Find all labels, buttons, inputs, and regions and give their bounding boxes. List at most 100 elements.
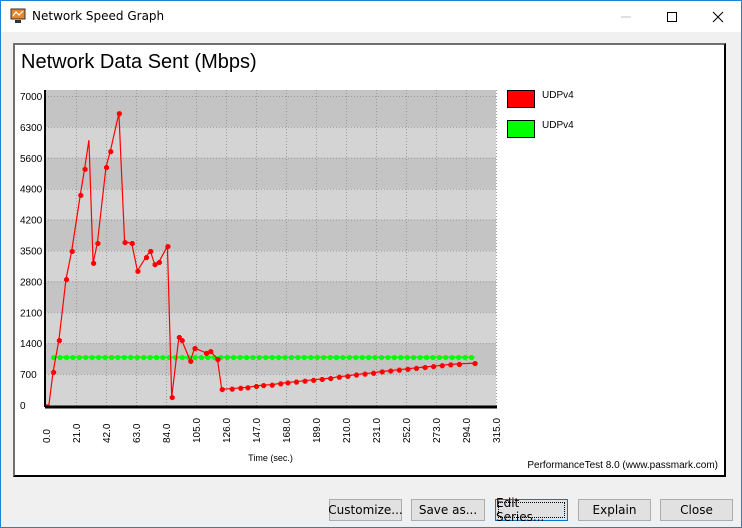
data-point-red [380,369,384,375]
data-point-green [283,355,287,361]
data-point-green [437,355,441,361]
y-tick-label: 1400 [20,339,43,350]
customize-button[interactable]: Customize... [328,499,403,521]
y-tick-label: 700 [20,370,37,381]
data-point-green [322,355,326,361]
maximize-button[interactable] [649,1,695,32]
line-chart: 0 700 1400 2100 2800 3500 4200 4900 5600 6300 7000… [20,90,503,463]
data-point-green [463,355,467,361]
x-tick-label: 189.0 [312,418,323,443]
data-point-red [473,361,477,367]
data-point-red [52,369,56,375]
minimize-button[interactable] [603,1,649,32]
data-point-red [262,383,266,389]
save-as-button[interactable]: Save as... [411,499,485,521]
data-point-green [360,355,364,361]
data-point-red [279,381,283,387]
y-tick-label: 5600 [20,154,43,165]
data-point-green [161,355,165,361]
close-window-button[interactable] [695,1,741,32]
legend-label: UDPv4 [542,90,574,101]
data-point-green [328,355,332,361]
y-tick-label: 7000 [20,92,43,103]
data-point-red [457,361,461,367]
data-point-green [302,355,306,361]
data-point-red [79,192,83,198]
data-point-green [296,355,300,361]
x-tick-label: 105.0 [192,418,203,443]
data-point-red [389,368,393,374]
data-point-red [239,385,243,391]
data-point-red [166,244,170,250]
data-point-green [386,355,390,361]
y-tick-label: 6300 [20,123,43,134]
x-tick-label: 168.0 [282,418,293,443]
data-point-red [92,260,96,266]
minimize-icon [621,16,631,17]
data-point-green [444,355,448,361]
data-point-green [373,355,377,361]
data-point-green [238,355,242,361]
legend-swatch-red [507,90,535,108]
data-point-red [70,248,74,254]
data-point-red [96,240,100,246]
data-point-green [380,355,383,361]
data-point-red [149,248,153,254]
data-point-green [257,355,261,361]
data-point-red [123,240,127,246]
data-point-green [116,355,120,361]
edit-series-button[interactable]: Edit Series... [495,496,568,524]
data-point-green [418,355,422,361]
data-point-green [148,355,152,361]
plot-band [45,96,496,127]
data-point-green [457,355,461,361]
data-point-green [232,355,236,361]
x-axis-label: Time (sec.) [248,453,293,463]
data-point-red [157,259,161,265]
data-point-green [425,355,428,361]
data-point-red [130,240,134,246]
data-point-red [109,149,113,155]
data-point-green [90,355,94,361]
data-point-red [117,111,121,117]
data-point-green [470,355,473,361]
x-tick-label: 315.0 [492,418,503,443]
data-point-green [405,355,409,361]
data-point-green [103,355,107,361]
data-point-red [423,365,427,371]
data-point-red [270,382,274,388]
data-point-red [105,165,108,171]
data-point-red [205,350,208,356]
title-bar: Network Speed Graph [1,1,741,32]
data-point-red [57,338,61,344]
data-point-green [84,355,88,361]
data-point-green [135,355,139,361]
data-point-red [406,366,410,372]
data-point-red [255,384,258,390]
x-tick-label: 21.0 [72,423,83,443]
y-tick-label: 4900 [20,185,43,196]
data-point-green [245,355,248,361]
data-point-red [83,166,87,172]
x-tick-label: 126.0 [222,418,233,443]
data-point-green [180,355,184,361]
explain-button[interactable]: Explain [578,499,651,521]
legend-label: UDPv4 [542,120,574,131]
close-icon [712,11,724,22]
plot-band [45,219,496,251]
data-point-red [372,370,376,376]
x-tick-label: 294.0 [462,418,473,443]
data-point-red [312,377,316,383]
data-point-green [65,355,68,361]
data-point-green [97,355,101,361]
plot-band [45,281,496,313]
close-button[interactable]: Close [660,499,733,521]
y-tick-label: 0 [20,401,26,412]
data-point-green [392,355,396,361]
data-point-green [193,355,197,361]
chart-panel: Network Data Sent (Mbps) 0 700 1400 2100 280… [13,43,726,477]
data-point-red [136,268,140,274]
x-tick-label: 252.0 [402,418,413,443]
data-point-green [399,355,403,361]
data-point-green [367,355,371,361]
